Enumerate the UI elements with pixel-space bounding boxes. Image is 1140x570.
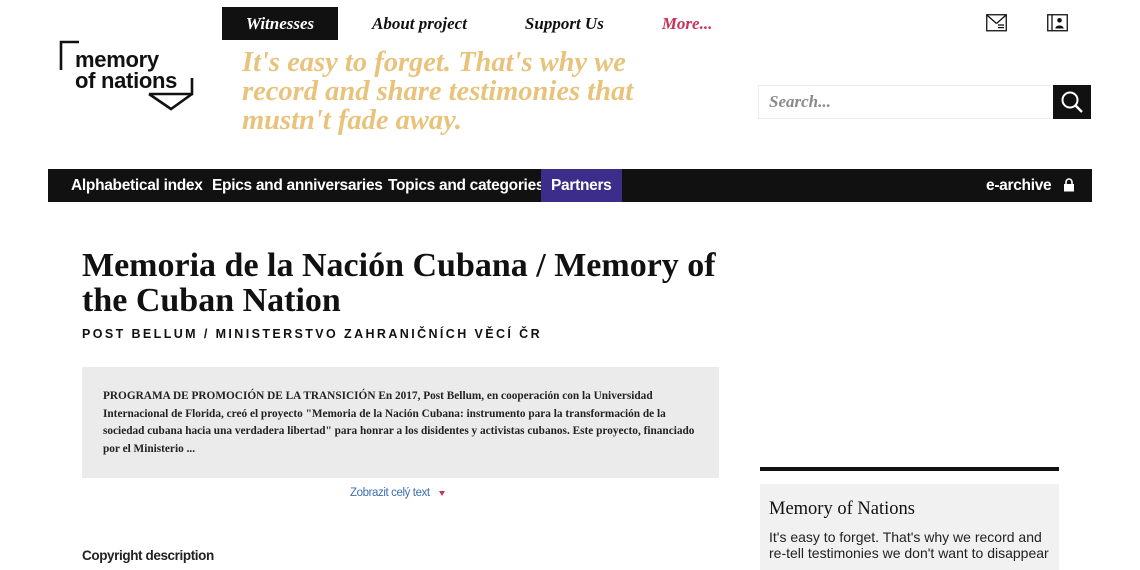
e-archive-link[interactable]: e-archive: [986, 169, 1052, 202]
top-icons: [986, 14, 1068, 37]
card-text: It's easy to forget. That's why we recor…: [769, 529, 1049, 561]
nav-witnesses[interactable]: Witnesses: [222, 7, 338, 40]
category-epics-and-anniversaries[interactable]: Epics and anniversaries: [212, 169, 383, 202]
lock-icon: [1063, 178, 1075, 197]
sidebar-card[interactable]: Memory of Nations It's easy to forget. T…: [760, 484, 1059, 570]
page-title: Memoria de la Nación Cubana / Memory of …: [82, 247, 716, 319]
nav-more[interactable]: More...: [662, 7, 713, 40]
logo-line-2: of nations: [75, 68, 178, 93]
category-alphabetical-index[interactable]: Alphabetical index: [71, 169, 203, 202]
search-icon: [1061, 91, 1083, 113]
category-partners[interactable]: Partners: [541, 169, 622, 202]
search-button[interactable]: [1053, 85, 1091, 119]
category-bar: Alphabetical index Epics and anniversari…: [48, 169, 1092, 202]
tagline: It's easy to forget. That's why we recor…: [242, 47, 634, 136]
caret-down-icon: [438, 490, 445, 496]
memory-of-nations-logo[interactable]: memory of nations: [59, 40, 199, 114]
search-form: [758, 85, 1091, 119]
card-divider: [760, 467, 1059, 471]
id-card-icon[interactable]: [1047, 14, 1068, 37]
top-nav: Witnesses About project Support Us More.…: [222, 7, 712, 40]
card-title: Memory of Nations: [769, 499, 915, 519]
newsletter-icon[interactable]: [986, 14, 1007, 37]
search-input[interactable]: [758, 85, 1053, 119]
show-full-text-label: Zobrazit celý text: [350, 487, 430, 499]
nav-about-project[interactable]: About project: [372, 7, 467, 40]
description-box: PROGRAMA DE PROMOCIÓN DE LA TRANSICIÓN E…: [82, 367, 719, 478]
category-topics-and-categories[interactable]: Topics and categories: [388, 169, 545, 202]
nav-support-us[interactable]: Support Us: [525, 7, 604, 40]
page-subtitle: POST BELLUM / MINISTERSTVO ZAHRANIČNÍCH …: [82, 327, 543, 341]
show-full-text-link[interactable]: Zobrazit celý text: [350, 487, 445, 499]
copyright-description: Copyright description: [82, 548, 214, 563]
description-heading: PROGRAMA DE PROMOCIÓN DE LA TRANSICIÓN: [103, 390, 376, 402]
